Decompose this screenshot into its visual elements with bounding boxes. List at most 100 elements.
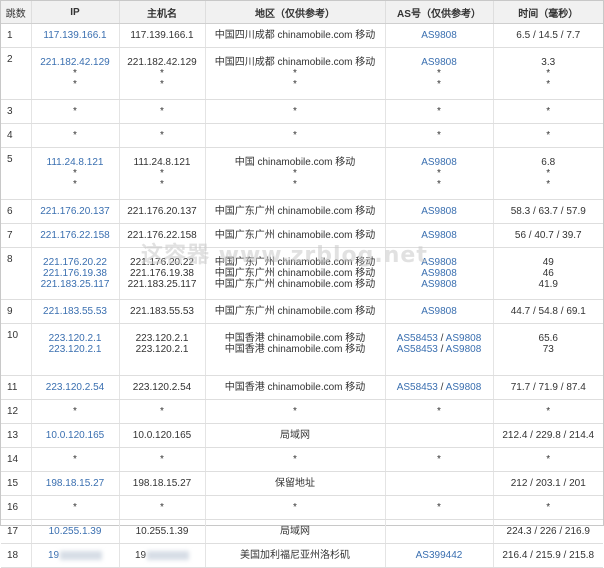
redacted-blur [60, 550, 103, 560]
host-cell: 223.120.2.54 [119, 375, 206, 400]
as-line: AS9808 [386, 230, 493, 241]
as-link[interactable]: AS9808 [421, 257, 457, 268]
ip-value[interactable]: 19 [48, 550, 59, 561]
as-line: * [386, 179, 493, 190]
ip-value[interactable]: 221.183.25.117 [32, 279, 119, 290]
time-value: * [546, 106, 551, 117]
region-value: 美国加利福尼亚州洛杉矶 [240, 550, 350, 561]
ip-value[interactable]: 223.120.2.1 [32, 333, 119, 344]
region-cell: 中国香港 chinamobile.com 移动 中国香港 chinamobile.… [205, 323, 386, 376]
ip-cell: 223.120.2.54 [31, 375, 120, 400]
table-row: 3 * * * * * [1, 99, 603, 124]
time-value: * [546, 168, 551, 179]
ip-cell: 10.255.1.39 [31, 519, 120, 544]
as-cell: * [385, 123, 494, 148]
region-value: 中国广东广州 chinamobile.com 移动 [214, 279, 376, 290]
hop-cell: 7 [1, 223, 32, 248]
region-value: 中国四川成都 chinamobile.com 移动 [214, 57, 376, 68]
time-cell: 44.7 / 54.8 / 69.1 [493, 299, 603, 324]
host-value: 221.176.19.38 [130, 268, 194, 279]
region-value: 中国广东广州 chinamobile.com 移动 [214, 306, 376, 317]
host-cell: 221.176.20.22 221.176.19.38 221.183.25.117 [119, 247, 206, 300]
host-value: 223.120.2.1 [135, 333, 189, 344]
ip-cell: 117.139.166.1 [31, 23, 120, 48]
time-value: * [546, 68, 551, 79]
host-cell: 221.176.20.137 [119, 199, 206, 224]
as-link[interactable]: AS9808 [421, 268, 457, 279]
ip-value[interactable]: 111.24.8.121 [32, 157, 119, 168]
as-cell: * [385, 399, 494, 424]
time-cell: 56 / 40.7 / 39.7 [493, 223, 603, 248]
as-value: * [437, 79, 441, 90]
ip-value[interactable]: 223.120.2.1 [32, 344, 119, 355]
as-link[interactable]: AS9808 [421, 30, 457, 41]
table-row: 8 221.176.20.22 221.176.19.38 221.183.25.11… [1, 247, 603, 300]
ip-value[interactable]: 221.176.20.137 [32, 206, 119, 217]
ip-cell: * [31, 99, 120, 124]
table-row: 15 198.18.15.27 198.18.15.27 保留地址 212 / 203.… [1, 471, 603, 496]
host-value: 19 [134, 550, 147, 561]
region-value: * [293, 68, 297, 79]
as-link[interactable]: AS9808 [421, 157, 457, 168]
header-region: 地区（仅供参考） [205, 1, 386, 24]
as-link[interactable]: AS9808 [446, 344, 482, 355]
host-value: 10.0.120.165 [132, 430, 192, 441]
table-row: 6 221.176.20.137 221.176.20.137 中国广东广州 chin… [1, 199, 603, 224]
as-line: AS9808 [386, 257, 493, 268]
ip-value[interactable]: 221.176.19.38 [32, 268, 119, 279]
as-link[interactable]: AS9808 [421, 230, 457, 241]
table-row: 14 * * * * * [1, 447, 603, 472]
ip-value[interactable]: 221.176.22.158 [32, 230, 119, 241]
as-link[interactable]: AS58453 [397, 333, 438, 344]
as-link[interactable]: AS9808 [446, 333, 482, 344]
region-value: * [293, 79, 297, 90]
as-link[interactable]: AS58453 [397, 344, 438, 355]
time-cell: 49 46 41.9 [493, 247, 603, 300]
as-link[interactable]: AS9808 [421, 57, 457, 68]
region-cell: 美国加利福尼亚州洛杉矶 [205, 543, 386, 568]
host-value: * [160, 68, 164, 79]
ip-value: * [73, 454, 77, 465]
ip-value[interactable]: 221.182.42.129 [32, 57, 119, 68]
host-value: 198.18.15.27 [132, 478, 192, 489]
host-cell: * [119, 447, 206, 472]
hop-cell: 4 [1, 123, 32, 148]
as-cell: AS9808 [385, 23, 494, 48]
region-cell: * [205, 99, 386, 124]
as-line: AS399442 [386, 550, 493, 561]
host-cell: 221.176.22.158 [119, 223, 206, 248]
time-cell: * [493, 447, 603, 472]
as-link[interactable]: AS399442 [416, 550, 463, 561]
time-value: 73 [542, 344, 554, 355]
redacted-blur [147, 550, 190, 560]
ip-value[interactable]: 223.120.2.54 [32, 382, 119, 393]
host-cell: 221.182.42.129 * * [119, 47, 206, 100]
ip-value[interactable]: 221.183.55.53 [32, 306, 119, 317]
host-value: 221.176.20.137 [127, 206, 197, 217]
hop-cell: 5 [1, 147, 32, 200]
header-time: 时间（毫秒） [493, 1, 603, 24]
region-value: 保留地址 [275, 478, 315, 489]
ip-value[interactable]: 10.0.120.165 [32, 430, 119, 441]
ip-value[interactable]: 221.176.20.22 [32, 257, 119, 268]
as-link[interactable]: AS9808 [421, 279, 457, 290]
ip-cell: 221.176.20.22 221.176.19.38 221.183.25.117 [31, 247, 120, 300]
as-link[interactable]: AS9808 [421, 306, 457, 317]
as-link[interactable]: AS58453 [397, 382, 438, 393]
region-cell: 中国四川成都 chinamobile.com 移动 [205, 23, 386, 48]
as-line: * [386, 502, 493, 513]
time-value: 212.4 / 229.8 / 214.4 [502, 430, 595, 441]
table-header-row: 跳数 IP 主机名 地区（仅供参考） AS号（仅供参考） 时间（毫秒） [1, 1, 603, 24]
time-cell: 212.4 / 229.8 / 214.4 [493, 423, 603, 448]
as-cell [385, 423, 494, 448]
as-link[interactable]: AS9808 [421, 206, 457, 217]
table-row: 16 * * * * * [1, 495, 603, 520]
ip-value[interactable]: 10.255.1.39 [32, 526, 119, 537]
as-line: * [386, 168, 493, 179]
as-value: * [437, 106, 441, 117]
ip-value[interactable]: 117.139.166.1 [32, 30, 119, 41]
as-line: AS9808 [386, 57, 493, 68]
as-link[interactable]: AS9808 [446, 382, 482, 393]
ip-cell: 198.18.15.27 [31, 471, 120, 496]
ip-value[interactable]: 198.18.15.27 [32, 478, 119, 489]
